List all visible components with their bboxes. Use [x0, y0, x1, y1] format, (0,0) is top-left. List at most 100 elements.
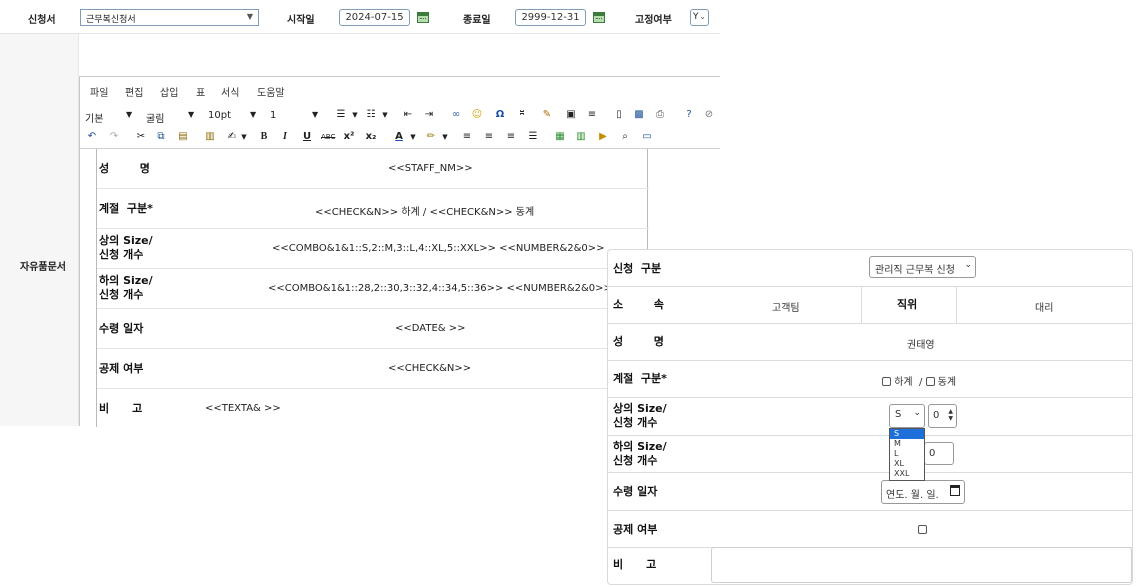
- line-height-dropdown[interactable]: 1: [270, 110, 276, 121]
- department-value: 고객팀: [772, 303, 800, 314]
- fixed-select[interactable]: Y ⌄: [690, 9, 709, 26]
- highlight-icon[interactable]: ✏: [425, 131, 437, 143]
- link-icon[interactable]: ∞: [450, 109, 462, 121]
- row-label: 성 명: [99, 162, 150, 175]
- position-value: 대리: [1035, 303, 1054, 314]
- applicant-select[interactable]: 근무복신청서 ▼: [80, 9, 259, 26]
- chevron-down-icon[interactable]: ▼: [312, 110, 318, 119]
- italic-button[interactable]: I: [279, 131, 291, 143]
- indent-icon[interactable]: ⇥: [423, 109, 435, 121]
- style-dropdown[interactable]: 기본: [85, 110, 103, 125]
- align-right-icon[interactable]: ≡: [505, 131, 517, 143]
- chevron-down-icon[interactable]: ▼: [238, 131, 250, 143]
- winter-checkbox[interactable]: [925, 377, 935, 386]
- chevron-down-icon[interactable]: ▼: [349, 109, 361, 121]
- new-document-icon[interactable]: ▯: [613, 109, 625, 121]
- deduction-checkbox[interactable]: [918, 525, 927, 534]
- bottom-qty-input[interactable]: 0: [924, 442, 954, 465]
- bold-button[interactable]: B: [258, 131, 270, 143]
- undo-icon[interactable]: ↶: [86, 131, 98, 143]
- font-color-button[interactable]: A: [393, 131, 405, 143]
- page-break-icon[interactable]: ⎶: [516, 109, 528, 121]
- bullet-list-icon[interactable]: ☰: [335, 109, 347, 121]
- calendar-icon[interactable]: [593, 12, 605, 23]
- menu-file[interactable]: 파일: [90, 84, 108, 99]
- menu-table[interactable]: 표: [196, 84, 205, 99]
- row-label: 수령 일자: [99, 322, 144, 335]
- name-label: 성 명: [613, 335, 664, 348]
- align-justify-icon[interactable]: ☰: [527, 131, 539, 143]
- font-dropdown[interactable]: 굴림: [146, 110, 164, 125]
- apply-type-select[interactable]: 관리직 근무복 신청 ⌄: [869, 256, 976, 278]
- menu-help[interactable]: 도움말: [257, 84, 285, 99]
- top-size-select[interactable]: S ⌄: [889, 404, 925, 428]
- chevron-down-icon[interactable]: ▼: [126, 110, 132, 119]
- chevron-down-icon[interactable]: ▼: [439, 131, 451, 143]
- align-center-icon[interactable]: ≡: [483, 131, 495, 143]
- redo-icon[interactable]: ↷: [108, 131, 120, 143]
- editor-toolbar: 기본 ▼ 굴림 ▼ 10pt ▼ 1 ▼ ☰ ▼ ☷ ▼ ⇤ ⇥ ∞ ☺ Ω ⎶…: [80, 101, 720, 149]
- subscript-button[interactable]: x₂: [365, 131, 377, 143]
- row-label: 공제 여부: [99, 362, 144, 375]
- save-icon[interactable]: ▩: [633, 109, 645, 121]
- position-label: 직위: [897, 298, 918, 311]
- preview-icon[interactable]: ▭: [641, 131, 653, 143]
- numbered-list-icon[interactable]: ☷: [365, 109, 377, 121]
- menu-edit[interactable]: 편집: [125, 84, 143, 99]
- paste-text-icon[interactable]: ▥: [204, 131, 216, 143]
- name-value: 권태영: [907, 340, 935, 351]
- note-textarea[interactable]: [711, 547, 1132, 583]
- calendar-icon[interactable]: [417, 12, 429, 23]
- insert-image-icon[interactable]: ▦: [554, 131, 566, 143]
- chevron-down-icon[interactable]: ▼: [407, 131, 419, 143]
- help-icon[interactable]: ?: [683, 109, 695, 121]
- special-char-icon[interactable]: Ω: [494, 109, 506, 121]
- size-option[interactable]: M: [890, 439, 924, 449]
- emoji-icon[interactable]: ☺: [471, 109, 483, 121]
- template-icon[interactable]: ✎: [541, 109, 553, 121]
- outdent-icon[interactable]: ⇤: [402, 109, 414, 121]
- row-value: <<COMBO&1&1::S,2::M,3::L,4::XL,5::XXL>> …: [272, 243, 605, 254]
- font-size-dropdown[interactable]: 10pt: [208, 110, 231, 121]
- end-date-input[interactable]: 2999-12-31: [515, 9, 586, 26]
- insert-media-icon[interactable]: ▶: [597, 131, 609, 143]
- horizontal-rule-icon[interactable]: ≡: [586, 109, 598, 121]
- receive-date-input[interactable]: 연도. 월. 일.: [881, 480, 965, 504]
- size-option[interactable]: L: [890, 449, 924, 459]
- copy-icon[interactable]: ⧉: [155, 131, 167, 143]
- superscript-button[interactable]: x²: [343, 131, 355, 143]
- menu-insert[interactable]: 삽입: [160, 84, 178, 99]
- clear-format-icon[interactable]: ⊘: [703, 109, 715, 121]
- summer-checkbox[interactable]: [882, 377, 891, 386]
- deduction-label: 공제 여부: [613, 523, 658, 536]
- bottom-size-row: 하의 Size/ 신청 개수 0: [608, 436, 1132, 473]
- size-option[interactable]: XL: [890, 459, 924, 469]
- chevron-down-icon[interactable]: ▼: [250, 110, 256, 119]
- layer-icon[interactable]: ▣: [565, 109, 577, 121]
- strikethrough-button[interactable]: ABC: [321, 131, 335, 143]
- paste-icon[interactable]: ▤: [177, 131, 189, 143]
- cut-icon[interactable]: ✂: [135, 131, 147, 143]
- chevron-down-icon: ⌄: [964, 260, 972, 270]
- bottom-qty-value: 0: [929, 448, 936, 459]
- insert-table-icon[interactable]: ▥: [575, 131, 587, 143]
- chevron-down-icon[interactable]: ▼: [188, 110, 194, 119]
- format-painter-icon[interactable]: ✍: [226, 131, 238, 143]
- align-left-icon[interactable]: ≡: [461, 131, 473, 143]
- underline-button[interactable]: U: [301, 131, 313, 143]
- deduction-row: 공제 여부: [608, 511, 1132, 548]
- print-icon[interactable]: ⎙: [654, 109, 666, 121]
- search-icon[interactable]: ⌕: [619, 131, 631, 143]
- top-qty-input[interactable]: 0 ▲ ▼: [928, 404, 957, 428]
- spinner-icon[interactable]: ▲ ▼: [948, 408, 953, 422]
- size-option[interactable]: S: [890, 429, 924, 439]
- menu-format[interactable]: 서식: [221, 84, 239, 99]
- applicant-select-value: 근무복신청서: [86, 15, 136, 25]
- size-option[interactable]: XXL: [890, 469, 924, 479]
- chevron-down-icon[interactable]: ▼: [379, 109, 391, 121]
- row-value: <<STAFF_NM>>: [388, 163, 473, 174]
- fixed-label: 고정여부: [635, 15, 672, 26]
- note-row: 비 고: [608, 547, 1132, 584]
- start-date-input[interactable]: 2024-07-15: [339, 9, 410, 26]
- calendar-icon[interactable]: [950, 485, 960, 496]
